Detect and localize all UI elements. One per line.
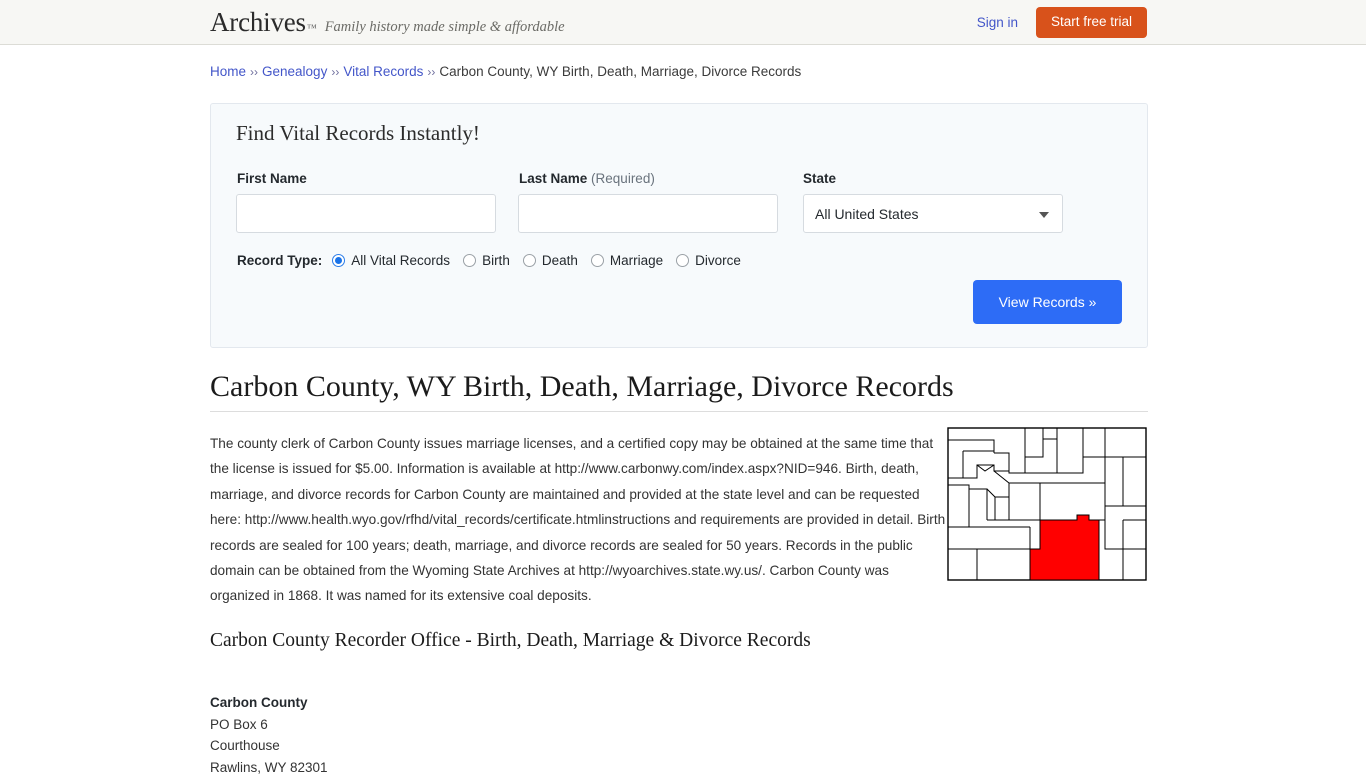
radio-birth[interactable]: Birth bbox=[463, 253, 510, 268]
state-select-value: All United States bbox=[815, 206, 919, 222]
radio-label: Divorce bbox=[695, 253, 741, 268]
header-actions: Sign in Start free trial bbox=[977, 0, 1147, 45]
radio-all-vital-records[interactable]: All Vital Records bbox=[332, 253, 450, 268]
sign-in-link[interactable]: Sign in bbox=[977, 15, 1018, 30]
breadcrumb-separator: ›› bbox=[250, 65, 258, 79]
site-header: Archives™ Family history made simple & a… bbox=[0, 0, 1366, 45]
site-logo[interactable]: Archives™ Family history made simple & a… bbox=[210, 7, 565, 38]
breadcrumb-item-current: Carbon County, WY Birth, Death, Marriage… bbox=[439, 64, 801, 79]
breadcrumb-item-genealogy[interactable]: Genealogy bbox=[262, 64, 327, 79]
address-line-1: PO Box 6 bbox=[210, 714, 328, 736]
first-name-input[interactable] bbox=[236, 194, 496, 233]
start-free-trial-button[interactable]: Start free trial bbox=[1036, 7, 1147, 38]
recorder-address: Carbon County PO Box 6 Courthouse Rawlin… bbox=[210, 692, 328, 778]
brand-name: Archives bbox=[210, 7, 306, 38]
state-label: State bbox=[803, 171, 836, 186]
view-records-button[interactable]: View Records » bbox=[973, 280, 1122, 324]
wyoming-county-map bbox=[947, 427, 1147, 581]
radio-label: Marriage bbox=[610, 253, 663, 268]
trademark-symbol: ™ bbox=[307, 23, 317, 34]
address-line-3: Rawlins, WY 82301 bbox=[210, 757, 328, 778]
radio-dot-icon bbox=[463, 254, 476, 267]
breadcrumb: Home ›› Genealogy ›› Vital Records ›› Carbon C… bbox=[210, 64, 801, 79]
title-divider bbox=[210, 411, 1148, 412]
radio-death[interactable]: Death bbox=[523, 253, 578, 268]
chevron-down-icon bbox=[1039, 212, 1049, 218]
recorder-office-heading: Carbon County Recorder Office - Birth, D… bbox=[210, 630, 811, 652]
first-name-label: First Name bbox=[237, 171, 307, 186]
breadcrumb-separator: ›› bbox=[331, 65, 339, 79]
radio-divorce[interactable]: Divorce bbox=[676, 253, 741, 268]
address-line-2: Courthouse bbox=[210, 735, 328, 757]
state-select[interactable]: All United States bbox=[803, 194, 1063, 233]
last-name-required-note: (Required) bbox=[591, 171, 655, 186]
radio-marriage[interactable]: Marriage bbox=[591, 253, 663, 268]
last-name-label: Last Name (Required) bbox=[519, 171, 655, 186]
breadcrumb-separator: ›› bbox=[427, 65, 435, 79]
radio-label: Birth bbox=[482, 253, 510, 268]
search-panel-title: Find Vital Records Instantly! bbox=[236, 121, 480, 146]
radio-dot-icon bbox=[676, 254, 689, 267]
record-type-radio-group: Record Type: All Vital Records Birth Dea… bbox=[237, 253, 754, 268]
radio-dot-icon bbox=[332, 254, 345, 267]
county-description-paragraph: The county clerk of Carbon County issues… bbox=[210, 431, 947, 609]
radio-label: All Vital Records bbox=[351, 253, 450, 268]
wyoming-map-svg bbox=[947, 427, 1147, 581]
radio-dot-icon bbox=[523, 254, 536, 267]
carbon-county-highlight bbox=[1030, 515, 1099, 580]
breadcrumb-item-home[interactable]: Home bbox=[210, 64, 246, 79]
brand-tagline: Family history made simple & affordable bbox=[325, 19, 565, 36]
page-title: Carbon County, WY Birth, Death, Marriage… bbox=[210, 370, 954, 404]
last-name-input[interactable] bbox=[518, 194, 778, 233]
breadcrumb-item-vital-records[interactable]: Vital Records bbox=[343, 64, 423, 79]
record-type-label: Record Type: bbox=[237, 253, 322, 268]
address-county-name: Carbon County bbox=[210, 692, 328, 714]
radio-dot-icon bbox=[591, 254, 604, 267]
radio-label: Death bbox=[542, 253, 578, 268]
